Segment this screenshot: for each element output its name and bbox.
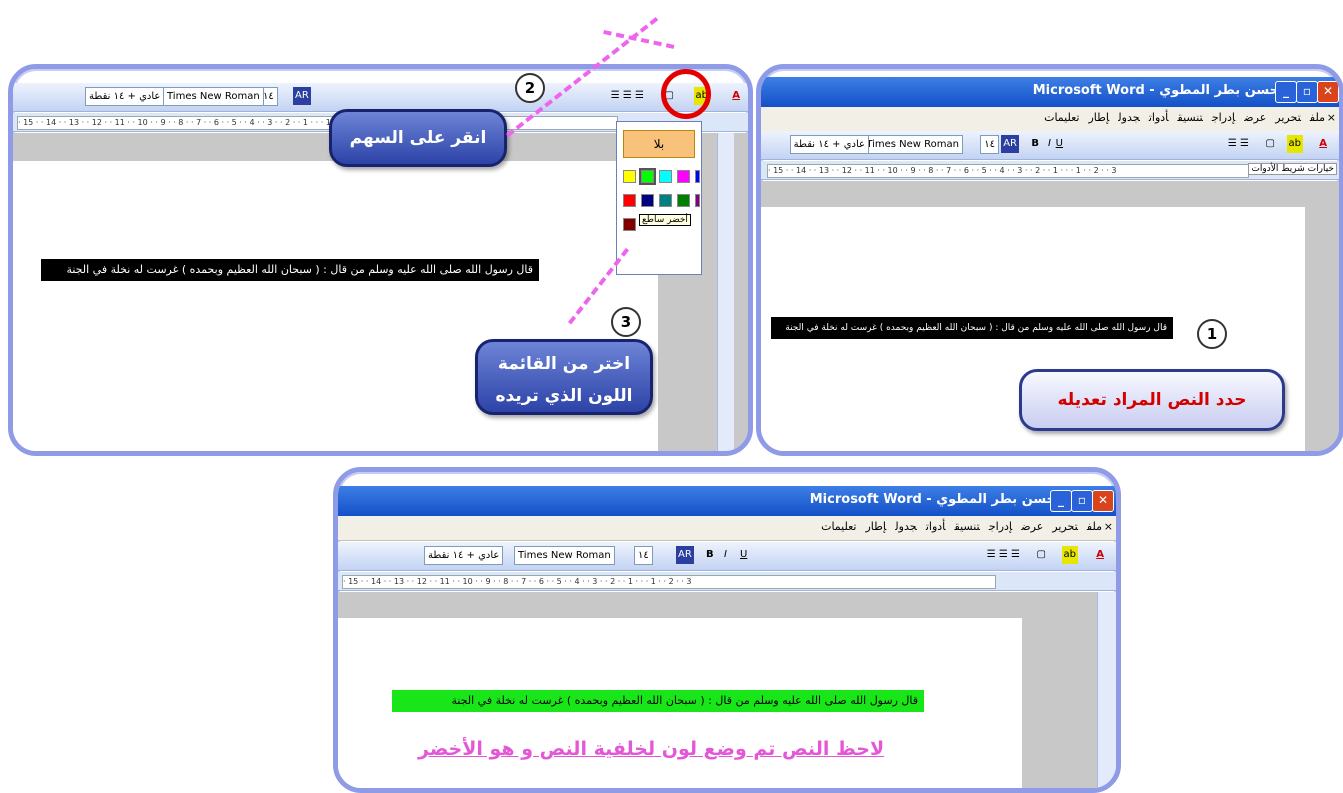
menu-frame[interactable]: إطار (1089, 111, 1110, 124)
menu-table[interactable]: جدول (1118, 111, 1140, 124)
step-number-3: 3 (611, 307, 641, 337)
font-size-combo-3[interactable]: ١٤ (634, 546, 653, 565)
font-size-combo[interactable]: ١٤ (980, 135, 999, 154)
ar-button-2[interactable]: AR (293, 87, 311, 105)
window-title: حسن بطر المطوي - Microsoft Word (1032, 83, 1279, 98)
result-caption: لاحظ النص تم وضع لون لخلفية النص و هو ال… (418, 738, 885, 760)
underline-button-3[interactable]: U (740, 546, 747, 564)
menu-help-3[interactable]: تعليمات (821, 520, 856, 533)
highlighted-text[interactable]: قال رسول الله صلى الله عليه وسلم من قال … (392, 690, 924, 712)
selected-text[interactable]: قال رسول الله صلى الله عليه وسلم من قال … (771, 317, 1173, 339)
bold-button[interactable]: B (1031, 135, 1039, 153)
numbering-icon-2[interactable]: ☰ ☰ ☰ (611, 87, 644, 105)
menu-table-3[interactable]: جدول (895, 520, 917, 533)
swatch-turquoise[interactable] (659, 170, 672, 183)
menu-view-3[interactable]: عرض (1021, 520, 1043, 533)
palette-tooltip: أخضر ساطع (639, 214, 691, 226)
menu-tools[interactable]: أدوات (1149, 111, 1169, 124)
font-name-combo-2[interactable]: Times New Roman (163, 87, 264, 106)
swatch-pink[interactable] (677, 170, 690, 183)
vertical-scrollbar[interactable] (717, 133, 734, 451)
close-button[interactable]: ✕ (1317, 81, 1339, 103)
swatch-teal[interactable] (659, 194, 672, 207)
palette-none-button[interactable]: بلا (623, 130, 695, 158)
menu-view[interactable]: عرض (1244, 111, 1266, 124)
selected-text-2[interactable]: قال رسول الله صلى الله عليه وسلم من قال … (41, 259, 539, 281)
style-combo[interactable]: عادي + ١٤ نقطة (789, 135, 869, 154)
toolbar-options-tab[interactable]: خيارات شريط الأدوات (1248, 163, 1337, 175)
minimize-button[interactable]: _ (1275, 81, 1297, 103)
ruler-scale[interactable]: · 15 · · 14 · · 13 · · 12 · · 11 · · 10 … (767, 164, 1249, 178)
font-color-icon-3[interactable]: A (1096, 546, 1104, 564)
menu-close-icon-3[interactable]: × (1104, 520, 1113, 533)
menu-edit-3[interactable]: تحرير (1052, 520, 1078, 533)
numbering-icon-3[interactable]: ☰ ☰ ☰ (987, 546, 1020, 564)
menu-format[interactable]: تنسيق (1178, 111, 1203, 124)
ar-button[interactable]: AR (1001, 135, 1019, 153)
menu-format-3[interactable]: تنسيق (955, 520, 980, 533)
swatch-yellow[interactable] (623, 170, 636, 183)
ruler-3: · 15 · · 14 · · 13 · · 12 · · 11 · · 10 … (338, 572, 1116, 591)
font-name-combo-3[interactable]: Times New Roman (514, 546, 615, 565)
panel-step1: حسن بطر المطوي - Microsoft Word _ ▫ ✕ × … (756, 64, 1343, 456)
restore-button[interactable]: ▫ (1296, 81, 1318, 103)
menu-bar: × ملف تحرير عرض إدراج تنسيق أدوات جدول إطار تعلي… (761, 107, 1339, 132)
menu-tools-3[interactable]: أدوات (926, 520, 946, 533)
vertical-scrollbar-3[interactable] (1097, 592, 1116, 788)
panel-step2: A ab ▢ ☰ ☰ ☰ AR ١٤ Times New Roman عادي … (8, 64, 753, 456)
title-bar: حسن بطر المطوي - Microsoft Word _ ▫ ✕ (761, 77, 1339, 107)
font-color-icon-2[interactable]: A (732, 87, 740, 105)
border-icon[interactable]: ▢ (1266, 135, 1275, 153)
swatch-violet[interactable] (695, 194, 700, 207)
formatting-toolbar-3: A ab ▢ ☰ ☰ ☰ B I U AR ١٤ Times New Roman… (338, 542, 1116, 571)
formatting-toolbar-2: A ab ▢ ☰ ☰ ☰ AR ١٤ Times New Roman عادي … (13, 83, 748, 112)
step-number-2: 2 (515, 73, 545, 103)
callout-step1: حدد النص المراد تعديله (1019, 369, 1285, 431)
font-name-combo[interactable]: Times New Roman (862, 135, 963, 154)
ar-button-3[interactable]: AR (676, 546, 694, 564)
font-color-icon[interactable]: A (1319, 135, 1327, 153)
highlight-color-palette: بلا أخضر ساطع (616, 121, 702, 275)
minimize-button-3[interactable]: _ (1050, 490, 1072, 512)
numbering-icon[interactable]: ☰ ☰ (1228, 135, 1249, 153)
underline-button[interactable]: U (1056, 135, 1063, 153)
panel-result: حسن بطر المطوي - Microsoft Word _ ▫ ✕ × … (333, 467, 1121, 793)
highlight-icon-3[interactable]: ab (1061, 546, 1078, 564)
callout-step2: انقر على السهم (329, 109, 507, 167)
window-title-3: حسن بطر المطوي - Microsoft Word (809, 492, 1056, 507)
swatch-dark-red[interactable] (623, 218, 636, 231)
callout-step3: اختر من القائمة اللون الذي تريده (475, 339, 653, 415)
menu-items-3: ملف تحرير عرض إدراج تنسيق أدوات جدول إطار تعليما… (812, 520, 1102, 533)
menu-file-3[interactable]: ملف (1087, 520, 1102, 533)
highlight-icon[interactable]: ab (1286, 135, 1303, 153)
ruler: · 15 · · 14 · · 13 · · 12 · · 11 · · 10 … (761, 161, 1339, 180)
ruler-scale-3[interactable]: · 15 · · 14 · · 13 · · 12 · · 11 · · 10 … (342, 575, 996, 589)
menu-help[interactable]: تعليمات (1044, 111, 1079, 124)
menu-bar-3: × ملف تحرير عرض إدراج تنسيق أدوات جدول إطار تعلي… (338, 516, 1116, 541)
swatch-dark-blue[interactable] (641, 194, 654, 207)
formatting-toolbar: A ab ▢ ☰ ☰ B I U AR ١٤ Times New Roman ع… (761, 131, 1339, 160)
bold-button-3[interactable]: B (706, 546, 714, 564)
swatch-red[interactable] (623, 194, 636, 207)
menu-edit[interactable]: تحرير (1275, 111, 1301, 124)
italic-button-3[interactable]: I (724, 546, 727, 564)
restore-button-3[interactable]: ▫ (1071, 490, 1093, 512)
swatch-blue[interactable] (695, 170, 700, 183)
style-combo-3[interactable]: عادي + ١٤ نقطة (424, 546, 504, 565)
menu-insert[interactable]: إدراج (1212, 111, 1235, 124)
italic-button[interactable]: I (1048, 135, 1051, 153)
style-combo-2[interactable]: عادي + ١٤ نقطة (85, 87, 165, 106)
title-bar-3: حسن بطر المطوي - Microsoft Word _ ▫ ✕ (338, 486, 1116, 516)
menu-insert-3[interactable]: إدراج (989, 520, 1012, 533)
step-number-1: 1 (1197, 319, 1227, 349)
menu-file[interactable]: ملف (1310, 111, 1325, 124)
highlight-arrow-marker (661, 69, 711, 119)
swatch-green[interactable] (677, 194, 690, 207)
swatch-bright-green[interactable] (639, 168, 656, 185)
border-icon-3[interactable]: ▢ (1037, 546, 1046, 564)
close-button-3[interactable]: ✕ (1092, 490, 1114, 512)
menu-frame-3[interactable]: إطار (866, 520, 887, 533)
menu-close-icon[interactable]: × (1327, 111, 1336, 124)
menu-items: ملف تحرير عرض إدراج تنسيق أدوات جدول إطار تعليما… (1035, 111, 1325, 124)
